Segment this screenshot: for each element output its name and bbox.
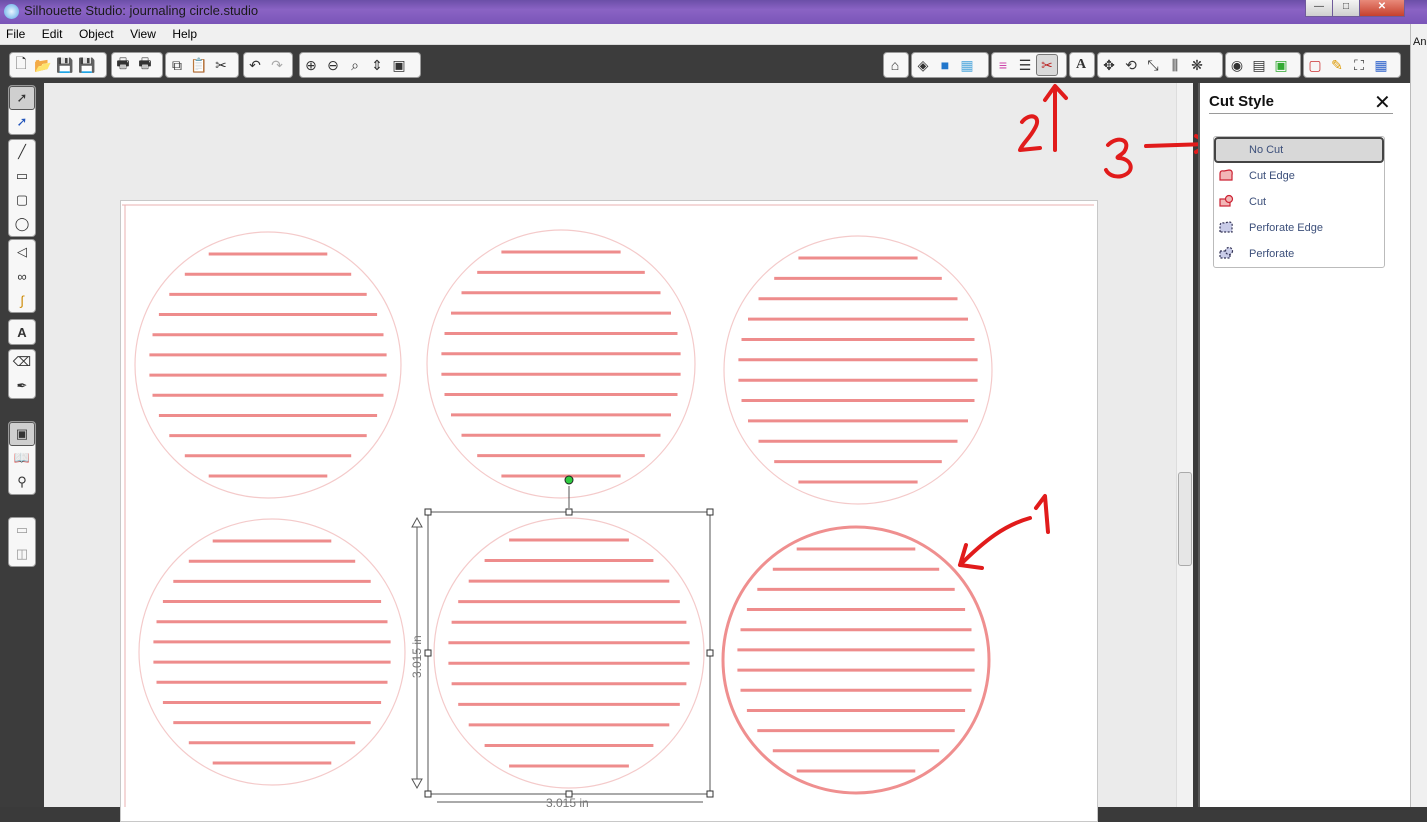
journaling-circle[interactable] — [723, 235, 993, 505]
resize-handle[interactable] — [424, 790, 432, 798]
resize-handle[interactable] — [706, 649, 714, 657]
cut-option-no-cut[interactable]: No Cut — [1214, 137, 1384, 163]
adjacent-window-edge: An — [1410, 24, 1427, 807]
journaling-circle[interactable] — [433, 517, 705, 789]
cut-option-label: Perforate Edge — [1249, 222, 1323, 234]
cut-option-cut-edge[interactable]: Cut Edge — [1214, 163, 1384, 189]
cut-option-label: Perforate — [1249, 248, 1295, 260]
annotation-1 — [958, 494, 1050, 570]
resize-handle[interactable] — [565, 508, 573, 516]
height-dimension-label: 3.015 in — [410, 635, 424, 678]
perforate-edge-icon — [1219, 221, 1233, 233]
resize-handle[interactable] — [706, 508, 714, 516]
resize-handle[interactable] — [424, 508, 432, 516]
annotation-2 — [1018, 84, 1068, 152]
cut-option-cut[interactable]: Cut — [1214, 189, 1384, 215]
cut-option-label: Cut — [1249, 196, 1267, 208]
journaling-circle[interactable] — [426, 229, 696, 499]
perforate-icon — [1219, 246, 1234, 259]
cut-option-label: Cut Edge — [1249, 170, 1295, 182]
journaling-circle[interactable] — [721, 525, 991, 795]
rotate-handle[interactable] — [564, 475, 574, 485]
annotation-3 — [1104, 134, 1212, 179]
width-dimension-label: 3.015 in — [546, 796, 589, 807]
panel-title: Cut Style — [1209, 93, 1275, 110]
cut-option-perforate-edge[interactable]: Perforate Edge — [1214, 215, 1384, 241]
journaling-circle[interactable] — [134, 231, 402, 499]
panel-close-icon[interactable]: ✕ — [1374, 90, 1391, 115]
resize-handle[interactable] — [706, 790, 714, 798]
journaling-circle[interactable] — [138, 518, 406, 786]
cut-icon — [1219, 194, 1234, 207]
cut-style-list: No Cut Cut Edge Cut Perforate Edge Perfo… — [1213, 136, 1385, 268]
cut-option-perforate[interactable]: Perforate — [1214, 241, 1384, 267]
resize-handle[interactable] — [424, 649, 432, 657]
cut-edge-icon — [1219, 169, 1233, 181]
adjacent-window-text: An — [1413, 36, 1427, 48]
cut-option-label: No Cut — [1249, 144, 1284, 156]
panel-divider — [1209, 113, 1393, 114]
